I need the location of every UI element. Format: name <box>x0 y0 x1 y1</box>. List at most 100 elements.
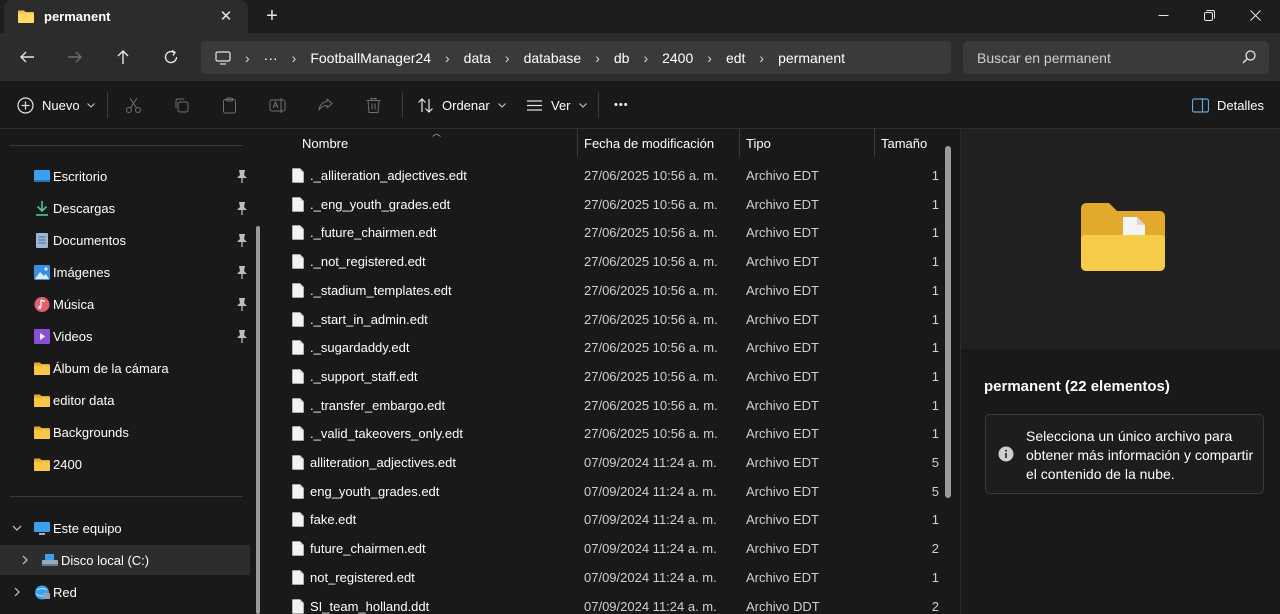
file-name: ._not_registered.edt <box>310 254 426 270</box>
sidebar-item-album-camara[interactable]: Álbum de la cámara <box>0 353 250 383</box>
file-type: Archivo EDT <box>746 311 819 327</box>
chevron-right-icon[interactable] <box>12 587 22 597</box>
breadcrumb-item[interactable]: edt <box>726 50 745 66</box>
file-row[interactable]: not_registered.edt 07/09/2024 11:24 a. m… <box>270 563 950 591</box>
column-header-modified[interactable]: Fecha de modificación <box>584 129 739 157</box>
paste-button[interactable] <box>221 94 238 116</box>
file-row[interactable]: ._valid_takeovers_only.edt 27/06/2025 10… <box>270 419 950 447</box>
sidebar-item-videos[interactable]: Videos <box>0 321 250 351</box>
plus-circle-icon <box>17 96 34 114</box>
pin-icon[interactable] <box>236 265 248 279</box>
tab-close-icon[interactable]: ✕ <box>218 8 234 25</box>
back-button[interactable] <box>13 43 41 71</box>
file-row[interactable]: alliteration_adjectives.edt 07/09/2024 1… <box>270 448 950 476</box>
search-input[interactable] <box>977 49 1237 66</box>
file-row[interactable]: ._transfer_embargo.edt 27/06/2025 10:56 … <box>270 391 950 419</box>
restore-button[interactable] <box>1186 0 1232 30</box>
address-bar[interactable]: › ··· › FootballManager24 › data › datab… <box>201 41 951 74</box>
file-row[interactable]: ._future_chairmen.edt 27/06/2025 10:56 a… <box>270 218 950 246</box>
file-row[interactable]: ._sugardaddy.edt 27/06/2025 10:56 a. m. … <box>270 333 950 361</box>
folder-icon <box>34 426 50 439</box>
sidebar-scrollbar[interactable] <box>256 226 260 614</box>
breadcrumb-item[interactable]: database <box>524 50 582 66</box>
breadcrumb-item[interactable]: data <box>464 50 491 66</box>
cut-button[interactable] <box>125 94 142 116</box>
column-header-size[interactable]: Tamaño <box>881 129 947 157</box>
file-row[interactable]: ._not_registered.edt 27/06/2025 10:56 a.… <box>270 247 950 275</box>
tab-permanent[interactable]: permanent ✕ <box>4 0 248 33</box>
sidebar-item-este-equipo[interactable]: Este equipo <box>0 513 250 543</box>
column-header-type[interactable]: Tipo <box>746 129 874 157</box>
refresh-button[interactable] <box>157 43 185 71</box>
file-row[interactable]: future_chairmen.edt 07/09/2024 11:24 a. … <box>270 534 950 562</box>
file-row[interactable]: ._start_in_admin.edt 27/06/2025 10:56 a.… <box>270 305 950 333</box>
delete-button[interactable] <box>365 94 382 116</box>
chevron-right-icon[interactable] <box>20 555 30 565</box>
column-separator[interactable] <box>874 129 875 157</box>
file-type: Archivo EDT <box>746 225 819 241</box>
file-row[interactable]: fake.edt 07/09/2024 11:24 a. m. Archivo … <box>270 505 950 533</box>
pin-icon[interactable] <box>236 201 248 215</box>
share-button[interactable] <box>317 94 334 116</box>
sidebar-item-musica[interactable]: Música <box>0 289 250 319</box>
file-modified: 27/06/2025 10:56 a. m. <box>584 225 718 241</box>
column-header-label: Tamaño <box>881 135 928 151</box>
music-icon <box>34 297 50 312</box>
copy-button[interactable] <box>173 94 190 116</box>
details-pane: permanent (22 elementos) Selecciona un ú… <box>960 129 1280 614</box>
sidebar-item-editor-data[interactable]: editor data <box>0 385 250 415</box>
file-icon <box>292 282 304 298</box>
file-type: Archivo EDT <box>746 426 819 442</box>
file-row[interactable]: ._stadium_templates.edt 27/06/2025 10:56… <box>270 276 950 304</box>
chevron-down-icon[interactable] <box>12 523 22 533</box>
sort-button[interactable]: Ordenar <box>417 94 506 116</box>
sidebar-item-descargas[interactable]: Descargas <box>0 193 250 223</box>
pin-icon[interactable] <box>236 329 248 343</box>
pin-icon[interactable] <box>236 169 248 183</box>
forward-button[interactable] <box>61 43 89 71</box>
sidebar-item-2400[interactable]: 2400 <box>0 449 250 479</box>
pin-icon[interactable] <box>236 233 248 247</box>
file-row[interactable]: ._support_staff.edt 27/06/2025 10:56 a. … <box>270 362 950 390</box>
file-name: ._transfer_embargo.edt <box>310 397 446 413</box>
file-name: ._sugardaddy.edt <box>310 340 410 356</box>
search-box[interactable] <box>963 41 1269 74</box>
arrow-left-icon <box>20 51 34 63</box>
restore-icon <box>1203 9 1215 21</box>
more-options-button[interactable]: ••• <box>614 94 629 116</box>
column-separator[interactable] <box>577 129 578 157</box>
sidebar-item-disco-local[interactable]: Disco local (C:) <box>0 545 250 575</box>
sidebar-item-escritorio[interactable]: Escritorio <box>0 161 250 191</box>
close-window-button[interactable] <box>1232 0 1278 30</box>
breadcrumb-item[interactable]: 2400 <box>662 50 693 66</box>
file-row[interactable]: SI_team_holland.ddt 07/09/2024 11:24 a. … <box>270 592 950 614</box>
file-row[interactable]: eng_youth_grades.edt 07/09/2024 11:24 a.… <box>270 477 950 505</box>
new-button[interactable]: Nuevo <box>17 94 95 116</box>
breadcrumb-item-current[interactable]: permanent <box>778 50 845 66</box>
new-tab-button[interactable]: + <box>262 5 282 27</box>
file-list-scrollbar[interactable] <box>945 146 951 498</box>
breadcrumb-item[interactable]: db <box>614 50 630 66</box>
file-row[interactable]: ._eng_youth_grades.edt 27/06/2025 10:56 … <box>270 190 950 218</box>
pin-icon[interactable] <box>236 297 248 311</box>
file-size: 1 <box>931 254 939 270</box>
rename-button[interactable] <box>269 94 286 116</box>
sidebar-item-documentos[interactable]: Documentos <box>0 225 250 255</box>
file-size: 1 <box>931 397 939 413</box>
column-header-name[interactable]: Nombre ︿ <box>302 128 577 157</box>
details-title: permanent (22 elementos) <box>984 378 1170 395</box>
folder-preview-icon <box>1081 203 1165 271</box>
sidebar-item-imagenes[interactable]: Imágenes <box>0 257 250 287</box>
breadcrumb-item[interactable]: FootballManager24 <box>310 50 431 66</box>
arrow-up-icon <box>117 50 129 64</box>
up-button[interactable] <box>109 43 137 71</box>
column-separator[interactable] <box>739 129 740 157</box>
breadcrumb-overflow[interactable]: ··· <box>264 50 278 66</box>
minimize-button[interactable] <box>1140 0 1186 30</box>
sidebar-item-red[interactable]: Red <box>0 577 250 607</box>
sidebar-item-backgrounds[interactable]: Backgrounds <box>0 417 250 447</box>
view-button[interactable]: Ver <box>526 94 587 116</box>
file-row[interactable]: ._alliteration_adjectives.edt 27/06/2025… <box>270 161 950 189</box>
details-button[interactable]: Detalles <box>1192 94 1264 116</box>
file-size: 5 <box>931 483 939 499</box>
